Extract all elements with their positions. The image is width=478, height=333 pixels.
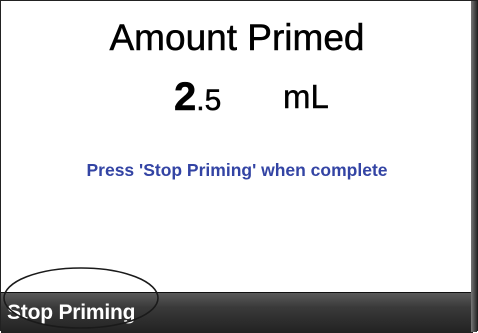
amount-value: 2.5 xyxy=(174,72,222,126)
softkey-bar: Stop Priming xyxy=(1,292,473,333)
stop-priming-softkey[interactable]: Stop Priming xyxy=(3,293,139,333)
amount-fraction: .5 xyxy=(196,84,222,118)
amount-readout: 2.5 mL xyxy=(2,72,472,122)
bezel-edge xyxy=(471,1,477,332)
amount-unit: mL xyxy=(283,78,329,115)
amount-integer: 2 xyxy=(174,75,197,120)
display-screen: Amount Primed 2.5 mL Press 'Stop Priming… xyxy=(2,2,472,292)
pump-display: Amount Primed 2.5 mL Press 'Stop Priming… xyxy=(0,0,478,333)
screen-title: Amount Primed xyxy=(109,17,365,59)
instruction-text: Press 'Stop Priming' when complete xyxy=(86,160,388,180)
